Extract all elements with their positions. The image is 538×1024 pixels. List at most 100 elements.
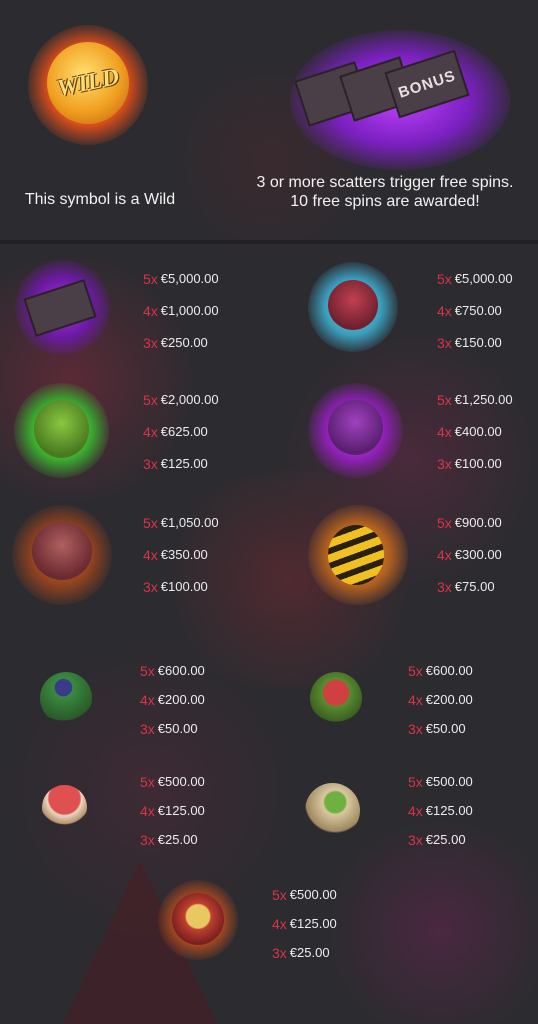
blue-monster-symbol xyxy=(328,280,378,330)
multiplier-label: 4x xyxy=(437,303,452,319)
mandrake-root-symbol xyxy=(305,783,360,838)
wild-symbol: WILD xyxy=(47,42,129,124)
payout-row: 3x €100.00 xyxy=(143,571,219,603)
payout-amount: €350.00 xyxy=(160,547,208,562)
payout-row: 3x €100.00 xyxy=(437,448,513,480)
payout-row: 5x €5,000.00 xyxy=(143,263,219,295)
multiplier-label: 4x xyxy=(140,802,155,819)
payout-amount: €25.00 xyxy=(289,944,330,960)
payout-row: 3x €150.00 xyxy=(437,327,513,359)
payout-row: 5x €500.00 xyxy=(140,767,205,796)
bonus-symbol: BONUS xyxy=(294,45,480,135)
payout-amount: €125.00 xyxy=(425,802,473,818)
multiplier-label: 5x xyxy=(272,886,287,903)
payout-row: 4x €200.00 xyxy=(408,685,473,714)
paytable-venus-flytrap: 5x €600.00 4x €200.00 3x €50.00 xyxy=(408,656,473,743)
paytable-wasp: 5x €900.00 4x €300.00 3x €75.00 xyxy=(437,507,502,603)
payout-row: 5x €1,050.00 xyxy=(143,507,219,539)
multiplier-label: 5x xyxy=(140,662,155,679)
payout-amount: €25.00 xyxy=(425,831,466,847)
wild-description: This symbol is a Wild xyxy=(24,191,176,208)
payout-amount: €100.00 xyxy=(160,579,208,594)
payout-amount: €250.00 xyxy=(160,335,208,350)
paytable-red-mushroom: 5x €500.00 4x €125.00 3x €25.00 xyxy=(140,767,205,854)
paytable-berry-plant: 5x €600.00 4x €200.00 3x €50.00 xyxy=(140,656,205,743)
multiplier-label: 4x xyxy=(143,547,158,563)
purple-bat-monster-symbol xyxy=(328,400,383,455)
wild-symbol-text: WILD xyxy=(54,63,122,102)
multiplier-label: 4x xyxy=(140,691,155,708)
payout-row: 4x €750.00 xyxy=(437,295,513,327)
payout-amount: €600.00 xyxy=(425,662,473,678)
header-section: WILD This symbol is a Wild BONUS 3 or mo… xyxy=(0,0,538,240)
paytable-blue-monster: 5x €5,000.00 4x €750.00 3x €150.00 xyxy=(437,263,513,359)
multiplier-label: 3x xyxy=(140,720,155,737)
payout-row: 5x €1,250.00 xyxy=(437,384,513,416)
spider-symbol xyxy=(32,522,92,580)
payout-amount: €50.00 xyxy=(157,720,198,736)
payout-row: 3x €25.00 xyxy=(272,938,337,967)
payout-amount: €125.00 xyxy=(157,802,205,818)
multiplier-label: 3x xyxy=(272,944,287,961)
payout-amount: €500.00 xyxy=(289,886,337,902)
payout-row: 3x €250.00 xyxy=(143,327,219,359)
payout-row: 4x €300.00 xyxy=(437,539,502,571)
payout-row: 5x €5,000.00 xyxy=(437,263,513,295)
payout-row: 3x €50.00 xyxy=(408,714,473,743)
payout-amount: €625.00 xyxy=(160,424,208,439)
payout-row: 5x €600.00 xyxy=(140,656,205,685)
payout-amount: €500.00 xyxy=(425,773,473,789)
eyeball-fruit-symbol xyxy=(172,893,224,945)
multiplier-label: 5x xyxy=(140,773,155,790)
section-divider xyxy=(0,240,538,244)
payout-row: 3x €75.00 xyxy=(437,571,502,603)
multiplier-label: 3x xyxy=(408,720,423,737)
payout-amount: €200.00 xyxy=(157,691,205,707)
paytable-green-frog-monster: 5x €2,000.00 4x €625.00 3x €125.00 xyxy=(143,384,219,480)
payout-row: 5x €600.00 xyxy=(408,656,473,685)
payout-row: 3x €125.00 xyxy=(143,448,219,480)
payout-amount: €50.00 xyxy=(425,720,466,736)
payout-row: 5x €2,000.00 xyxy=(143,384,219,416)
payout-amount: €5,000.00 xyxy=(160,271,219,286)
payout-amount: €1,000.00 xyxy=(160,303,219,318)
multiplier-label: 5x xyxy=(437,392,452,408)
paytable-spider: 5x €1,050.00 4x €350.00 3x €100.00 xyxy=(143,507,219,603)
wasp-symbol xyxy=(328,525,384,585)
multiplier-label: 4x xyxy=(408,691,423,708)
bonus-symbol-text: BONUS xyxy=(396,66,458,102)
multiplier-label: 4x xyxy=(437,547,452,563)
payout-row: 3x €25.00 xyxy=(140,825,205,854)
paytable-bonus-scatter: 5x €5,000.00 4x €1,000.00 3x €250.00 xyxy=(143,263,219,359)
payout-amount: €125.00 xyxy=(160,456,208,471)
payout-row: 4x €1,000.00 xyxy=(143,295,219,327)
payout-amount: €300.00 xyxy=(454,547,502,562)
multiplier-label: 4x xyxy=(272,915,287,932)
payout-amount: €750.00 xyxy=(454,303,502,318)
payout-row: 4x €350.00 xyxy=(143,539,219,571)
payout-row: 3x €25.00 xyxy=(408,825,473,854)
paytable-mandrake-root: 5x €500.00 4x €125.00 3x €25.00 xyxy=(408,767,473,854)
multiplier-label: 3x xyxy=(140,831,155,848)
multiplier-label: 3x xyxy=(437,335,452,351)
payout-amount: €5,000.00 xyxy=(454,271,513,286)
payout-amount: €1,050.00 xyxy=(160,515,219,530)
multiplier-label: 4x xyxy=(143,303,158,319)
payout-row: 4x €125.00 xyxy=(408,796,473,825)
payout-amount: €600.00 xyxy=(157,662,205,678)
multiplier-label: 3x xyxy=(143,579,158,595)
paytable-purple-bat-monster: 5x €1,250.00 4x €400.00 3x €100.00 xyxy=(437,384,513,480)
multiplier-label: 4x xyxy=(437,424,452,440)
payout-row: 5x €500.00 xyxy=(408,767,473,796)
payout-row: 5x €900.00 xyxy=(437,507,502,539)
payout-amount: €400.00 xyxy=(454,424,502,439)
payout-amount: €2,000.00 xyxy=(160,392,219,407)
payout-amount: €25.00 xyxy=(157,831,198,847)
payout-amount: €150.00 xyxy=(454,335,502,350)
payout-row: 5x €500.00 xyxy=(272,880,337,909)
multiplier-label: 3x xyxy=(437,456,452,472)
payout-row: 4x €625.00 xyxy=(143,416,219,448)
venus-flytrap-symbol xyxy=(310,672,362,724)
green-frog-monster-symbol xyxy=(34,400,89,458)
multiplier-label: 5x xyxy=(143,515,158,531)
